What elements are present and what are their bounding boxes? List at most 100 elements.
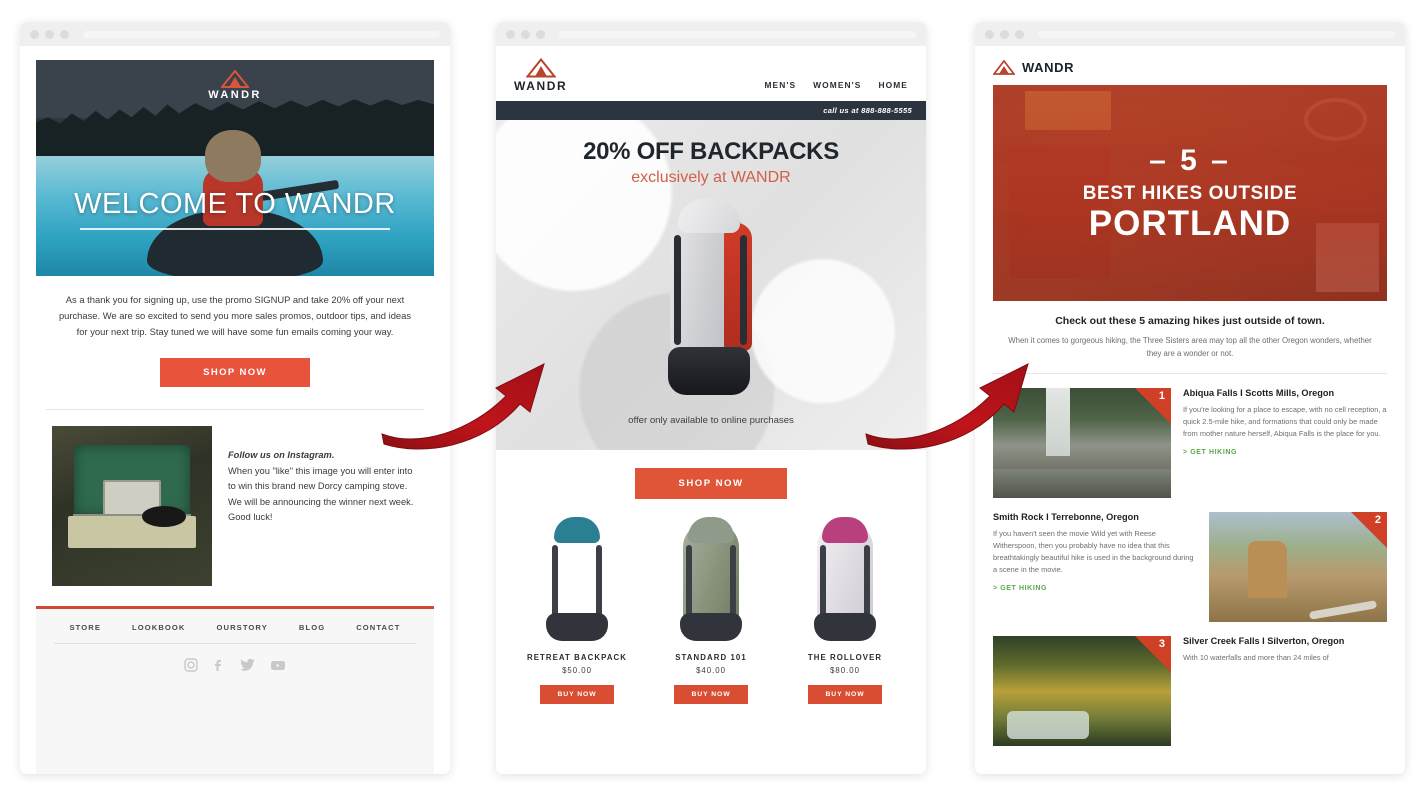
rock-pool	[993, 469, 1171, 498]
rank-badge-corner	[1135, 388, 1171, 424]
window-minimize-dot[interactable]	[1000, 29, 1009, 39]
hike-copy-block: Abiqua Falls I Scotts Mills, Oregon If y…	[1183, 388, 1387, 498]
product-card-the-rollover[interactable]: THE ROLLOVER $80.00 BUY NOW	[786, 517, 904, 704]
rank-badge-number: 2	[1374, 514, 1381, 526]
product-name: THE ROLLOVER	[807, 653, 883, 662]
winding-road	[1308, 599, 1377, 620]
backpack-red-panel	[724, 223, 752, 351]
product-card-standard-101[interactable]: STANDARD 101 $40.00 BUY NOW	[652, 517, 770, 704]
welcome-body-copy: As a thank you for signing up, use the p…	[58, 294, 412, 337]
window-maximize-dot[interactable]	[536, 29, 545, 39]
hike-title: Smith Rock I Terrebonne, Oregon	[993, 512, 1139, 522]
email-three-header[interactable]: WANDR	[975, 46, 1405, 85]
address-bar[interactable]	[83, 30, 440, 38]
footer-nav: STORE LOOKBOOK OURSTORY BLOG CONTACT	[54, 623, 416, 644]
hikes-hero-image: – 5 – BEST HIKES OUTSIDE PORTLAND	[993, 85, 1387, 301]
product-base	[680, 613, 742, 641]
product-grid: RETREAT BACKPACK $50.00 BUY NOW STANDARD	[496, 499, 926, 704]
nav-link-womens[interactable]: WOMEN'S	[813, 80, 861, 90]
phone-banner: call us at 888-888-5555	[496, 101, 926, 120]
footer-link-store[interactable]: STORE	[69, 623, 101, 632]
nav-link-mens[interactable]: MEN'S	[764, 80, 796, 90]
email-one-logo[interactable]: WANDR	[36, 70, 434, 101]
window-maximize-dot[interactable]	[60, 29, 69, 39]
window-close-dot[interactable]	[30, 29, 39, 39]
promo-subheadline: exclusively at WANDR	[631, 169, 791, 186]
footer-link-lookbook[interactable]: LOOKBOOK	[132, 623, 186, 632]
product-image-the-rollover	[786, 517, 904, 647]
window-minimize-dot[interactable]	[45, 29, 54, 39]
screenshot-stage: WANDR WELCOME TO WANDR As a thank you fo…	[0, 0, 1427, 803]
window-close-dot[interactable]	[985, 29, 994, 39]
product-strap-left	[552, 545, 558, 621]
hike-image-smith-rock[interactable]: 2	[1209, 512, 1387, 622]
shop-now-button[interactable]: SHOP NOW	[160, 358, 310, 387]
rank-badge-corner	[1135, 636, 1171, 672]
window-maximize-dot[interactable]	[1015, 29, 1024, 39]
product-price: $40.00	[696, 666, 726, 675]
hero-number: – 5 –	[1149, 143, 1231, 177]
twitter-icon[interactable]	[240, 658, 256, 677]
buy-now-button[interactable]: BUY NOW	[674, 685, 748, 704]
hero-headline: WELCOME TO WANDR	[74, 188, 396, 220]
get-hiking-link[interactable]: > GET HIKING	[1183, 449, 1237, 456]
shop-now-button[interactable]: SHOP NOW	[635, 468, 787, 499]
get-hiking-link[interactable]: > GET HIKING	[993, 585, 1047, 592]
product-card-retreat-backpack[interactable]: RETREAT BACKPACK $50.00 BUY NOW	[518, 517, 636, 704]
hero-line-two: PORTLAND	[1088, 203, 1292, 243]
address-bar[interactable]	[559, 30, 916, 38]
backpack-base	[668, 347, 750, 395]
hike-description: With 10 waterfalls and more than 24 mile…	[1183, 653, 1329, 662]
product-image-retreat-backpack	[518, 517, 636, 647]
rock-spire	[1248, 540, 1288, 598]
product-lid	[822, 517, 868, 543]
window-close-dot[interactable]	[506, 29, 515, 39]
product-strap-right	[596, 545, 602, 621]
browser-window-email-three: WANDR – 5 – BEST HIKES OUTSIDE PORTLAND	[975, 22, 1405, 774]
hike-item-1: 1 Abiqua Falls I Scotts Mills, Oregon If…	[975, 374, 1405, 498]
mountain-logo-icon	[993, 60, 1015, 75]
buy-now-button[interactable]: BUY NOW	[808, 685, 882, 704]
buy-now-button[interactable]: BUY NOW	[540, 685, 614, 704]
camping-stove-photo[interactable]	[52, 426, 212, 586]
window-minimize-dot[interactable]	[521, 29, 530, 39]
email-two-nav: MEN'S WOMEN'S HOME	[764, 80, 908, 93]
product-base	[814, 613, 876, 641]
backpack-illustration	[652, 195, 770, 407]
product-strap-left	[686, 545, 692, 621]
instagram-icon[interactable]	[184, 658, 198, 677]
mountain-logo-icon	[221, 70, 249, 88]
browser-chrome	[20, 22, 450, 46]
email-two-logo[interactable]: WANDR	[514, 58, 567, 93]
mountain-logo-icon	[525, 58, 556, 78]
rank-badge-corner	[1351, 512, 1387, 548]
product-strap-right	[730, 545, 736, 621]
hero-paddler-hair	[205, 130, 261, 182]
footer-link-blog[interactable]: BLOG	[299, 623, 325, 632]
facebook-icon[interactable]	[212, 658, 226, 677]
hike-image-silver-creek-falls[interactable]: 3	[993, 636, 1171, 746]
hike-description: If you haven't seen the movie Wild yet w…	[993, 529, 1194, 574]
flow-arrow-two	[865, 363, 1029, 450]
email-one-footer: STORE LOOKBOOK OURSTORY BLOG CONTACT	[36, 606, 434, 774]
nav-link-home[interactable]: HOME	[878, 80, 908, 90]
footer-link-ourstory[interactable]: OURSTORY	[216, 623, 267, 632]
product-base	[546, 613, 608, 641]
rank-badge-number: 3	[1158, 638, 1165, 650]
waterfall	[1046, 388, 1070, 457]
address-bar[interactable]	[1038, 30, 1395, 38]
hero-headline-rule	[79, 228, 391, 230]
logo-wordmark: WANDR	[208, 89, 262, 101]
promo-headline: 20% OFF BACKPACKS	[583, 138, 839, 165]
hike-description: If you're looking for a place to escape,…	[1183, 405, 1387, 438]
welcome-hero-image: WANDR WELCOME TO WANDR	[36, 60, 434, 276]
footer-link-contact[interactable]: CONTACT	[356, 623, 400, 632]
hike-item-2: 2 Smith Rock I Terrebonne, Oregon If you…	[975, 498, 1405, 622]
social-icon-row	[54, 644, 416, 677]
product-lid	[688, 517, 734, 543]
flow-arrow-one	[381, 363, 545, 450]
rank-badge-number: 1	[1158, 390, 1165, 402]
intro-heading: Check out these 5 amazing hikes just out…	[1055, 315, 1325, 327]
frying-pan	[141, 506, 187, 527]
youtube-icon[interactable]	[270, 658, 286, 677]
